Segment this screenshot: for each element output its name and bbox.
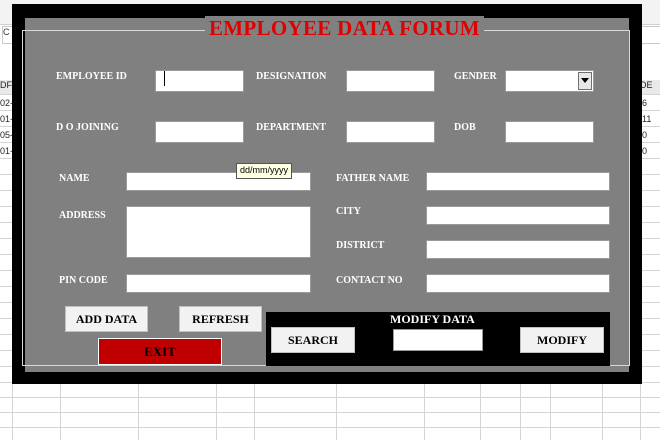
dob-label: DOB — [454, 122, 476, 133]
father-name-input[interactable] — [426, 172, 610, 191]
add-data-button[interactable]: ADD DATA — [65, 306, 148, 332]
designation-label: DESIGNATION — [256, 71, 327, 82]
cell-left-1: 02- — [0, 98, 12, 108]
column-header-right: DE — [640, 80, 660, 94]
cell-right-3: 0 — [642, 130, 648, 140]
department-label: DEPARTMENT — [256, 122, 327, 133]
date-format-tooltip: dd/mm/yyyy — [236, 163, 293, 179]
exit-button[interactable]: EXIT — [98, 338, 222, 365]
father-name-label: FATHER NAME — [336, 173, 410, 184]
cell-right-4: 0 — [642, 146, 648, 156]
designation-input[interactable] — [346, 70, 435, 92]
department-input[interactable] — [346, 121, 435, 143]
column-header-left: DF — [0, 80, 12, 94]
date-of-joining-input[interactable] — [155, 121, 244, 143]
city-label: CITY — [336, 206, 362, 217]
grid-line — [0, 397, 660, 398]
address-textarea[interactable] — [126, 206, 311, 258]
modify-button[interactable]: MODIFY — [520, 327, 604, 353]
gender-label: GENDER — [454, 71, 497, 82]
modify-data-title: MODIFY DATA — [390, 312, 475, 326]
dob-input[interactable] — [505, 121, 594, 143]
refresh-button[interactable]: REFRESH — [179, 306, 262, 332]
city-input[interactable] — [426, 206, 610, 225]
employee-id-input[interactable] — [155, 70, 244, 92]
cell-right-1: 6 — [642, 98, 648, 108]
name-label: NAME — [59, 173, 90, 184]
cell-left-4: 01- — [0, 146, 12, 156]
cell-left-3: 05- — [0, 130, 12, 140]
formula-box[interactable] — [640, 26, 660, 44]
form-title: EMPLOYEE DATA FORUM — [205, 16, 484, 41]
contact-no-input[interactable] — [426, 274, 610, 293]
grid-line — [0, 427, 660, 428]
pin-code-label: PIN CODE — [59, 275, 108, 286]
address-label: ADDRESS — [59, 210, 106, 221]
text-caret — [164, 71, 165, 86]
date-of-joining-label: D O JOINING — [56, 122, 119, 133]
cell-right-2: 11 — [642, 114, 652, 124]
gender-dropdown-button[interactable] — [578, 72, 592, 90]
district-label: DISTRICT — [336, 240, 385, 251]
chevron-down-icon — [581, 78, 589, 83]
employee-id-label: EMPLOYEE ID — [56, 71, 127, 82]
pin-code-input[interactable] — [126, 274, 311, 293]
contact-no-label: CONTACT NO — [336, 275, 403, 286]
modify-search-input[interactable] — [393, 329, 483, 351]
district-input[interactable] — [426, 240, 610, 259]
gender-select[interactable] — [505, 70, 594, 92]
cell-left-2: 01- — [0, 114, 12, 124]
search-button[interactable]: SEARCH — [271, 327, 355, 353]
name-box-value: C — [3, 27, 10, 37]
grid-line — [0, 412, 660, 413]
